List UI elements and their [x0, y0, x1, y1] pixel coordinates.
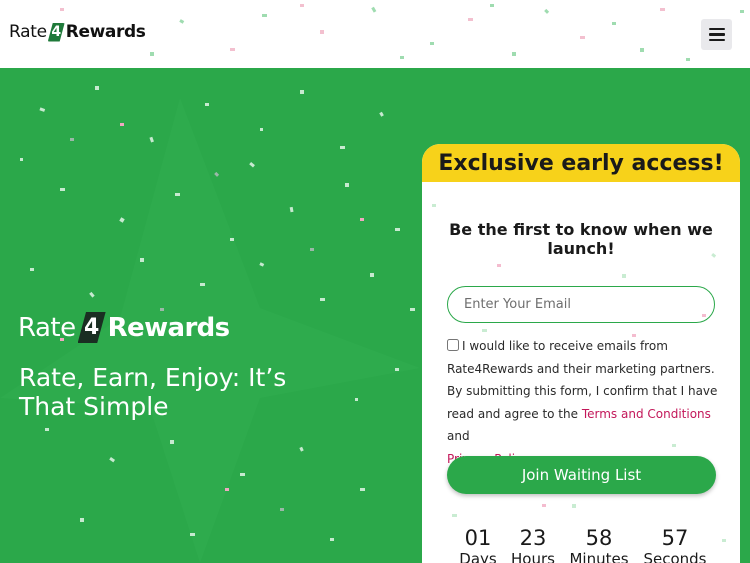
hero-logo: Rate 4 Rewards	[18, 312, 230, 343]
logo-word-rewards: Rewards	[65, 22, 146, 42]
countdown-value: 58	[585, 526, 613, 550]
countdown-unit: Minutes	[569, 550, 629, 563]
consent-checkbox[interactable]	[447, 339, 459, 351]
hamburger-menu-icon[interactable]	[701, 19, 732, 50]
hero-section: Rate 4 Rewards Rate, Earn, Enjoy: It’s T…	[0, 68, 750, 563]
site-header: Rate 4 Rewards	[0, 0, 750, 68]
countdown-days: 01 Days	[450, 527, 506, 563]
consent-block: I would like to receive emails from Rate…	[447, 335, 719, 470]
countdown-value: 01	[464, 526, 492, 550]
countdown-hours: 23 Hours	[506, 527, 560, 563]
site-logo[interactable]: Rate 4 Rewards	[9, 22, 146, 42]
hero-logo-word-rate: Rate	[18, 312, 76, 343]
early-access-banner: Exclusive early access!	[422, 144, 740, 182]
countdown-value: 57	[661, 526, 689, 550]
countdown-unit: Hours	[511, 550, 555, 563]
hero-logo-four-mark: 4	[77, 312, 106, 343]
launch-countdown: 01 Days 23 Hours 58 Minutes 57 Seconds	[450, 527, 740, 563]
logo-four-mark: 4	[47, 22, 65, 42]
countdown-seconds: 57 Seconds	[638, 527, 712, 563]
join-waiting-list-button[interactable]: Join Waiting List	[447, 456, 716, 494]
countdown-unit: Seconds	[643, 550, 707, 563]
hero-tagline: Rate, Earn, Enjoy: It’s That Simple	[19, 363, 287, 421]
countdown-minutes: 58 Minutes	[560, 527, 638, 563]
countdown-unit: Days	[459, 550, 497, 563]
signup-subheading: Be the first to know when we launch!	[449, 220, 713, 258]
terms-link[interactable]: Terms and Conditions	[582, 407, 711, 421]
email-input[interactable]	[447, 286, 715, 323]
signup-card: Exclusive early access! Be the first to …	[422, 144, 740, 563]
hero-logo-word-rewards: Rewards	[107, 312, 231, 343]
logo-word-rate: Rate	[9, 22, 47, 42]
countdown-value: 23	[519, 526, 547, 550]
consent-and: and	[447, 429, 470, 443]
